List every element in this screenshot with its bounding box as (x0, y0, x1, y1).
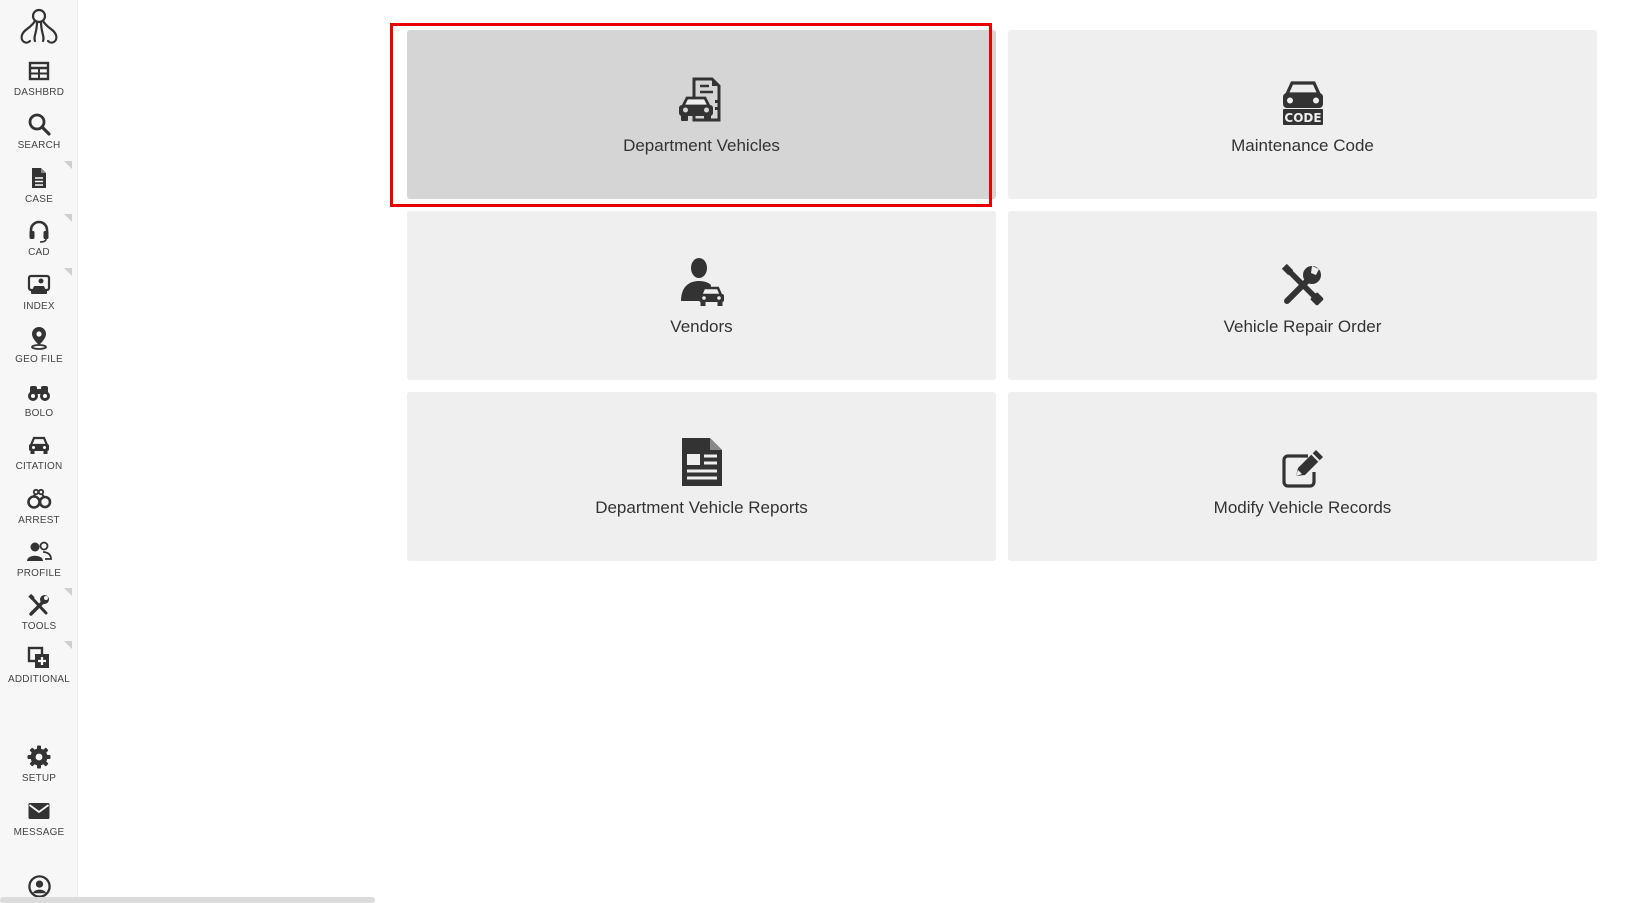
users-icon (27, 541, 52, 561)
sidebar-item-cad[interactable]: CAD (0, 214, 78, 270)
svg-text:CODE: CODE (1284, 111, 1321, 125)
sidebar-item-search[interactable]: SEARCH (0, 109, 78, 163)
user-circle-icon (27, 874, 51, 898)
sidebar-item-case[interactable]: CASE (0, 161, 78, 217)
submenu-indicator (64, 268, 72, 276)
sidebar-item-setup[interactable]: SETUP (0, 742, 78, 796)
vehicle-document-icon (678, 77, 720, 121)
sidebar-item-bolo[interactable]: BOLO (0, 377, 78, 431)
sidebar-item-label: INDEX (23, 301, 55, 312)
tile-maintenance-code[interactable]: CODE Maintenance Code (1008, 30, 1597, 199)
gear-icon (27, 745, 51, 769)
tile-department-vehicle-reports[interactable]: Department Vehicle Reports (407, 392, 996, 561)
sidebar-item-label: SEARCH (17, 140, 61, 151)
submenu-indicator (64, 161, 72, 169)
sidebar-item-label: CITATION (15, 461, 63, 472)
sidebar: DASHBRD SEARCH CASE CAD INDEX GEO FILE B… (0, 0, 78, 903)
document-icon (32, 168, 46, 188)
tile-vehicle-repair-order[interactable]: Vehicle Repair Order (1008, 211, 1597, 380)
tile-label: Department Vehicle Reports (595, 497, 808, 517)
submenu-indicator (64, 214, 72, 222)
sidebar-item-index[interactable]: INDEX (0, 268, 78, 324)
tools-icon (28, 593, 49, 616)
person-car-icon (680, 257, 724, 306)
submenu-indicator (64, 641, 72, 649)
horizontal-scrollbar[interactable] (0, 897, 375, 903)
add-window-icon (27, 646, 49, 668)
map-pin-icon (31, 327, 47, 350)
sidebar-item-profile[interactable]: PROFILE (0, 537, 78, 591)
sidebar-item-label: DASHBRD (13, 87, 65, 98)
sidebar-item-label: SETUP (21, 773, 57, 784)
app-logo[interactable] (0, 4, 78, 50)
sidebar-item-label: ARREST (18, 515, 60, 526)
tile-label: Vendors (670, 316, 733, 336)
tile-vendors[interactable]: Vendors (407, 211, 996, 380)
report-document-icon (681, 437, 722, 486)
sidebar-item-dashboard[interactable]: DASHBRD (0, 56, 78, 110)
sidebar-item-label: MESSAGE (13, 827, 65, 838)
sidebar-item-label: PROFILE (16, 568, 62, 579)
submenu-indicator (64, 588, 72, 596)
tile-modify-vehicle-records[interactable]: Modify Vehicle Records (1008, 392, 1597, 561)
sidebar-item-label: CAD (28, 247, 50, 258)
binoculars-icon (28, 386, 50, 401)
sidebar-item-label: ADDITIONAL (7, 674, 70, 685)
tile-department-vehicles[interactable]: Department Vehicles (407, 30, 996, 199)
sidebar-item-label: BOLO (24, 408, 54, 419)
wrench-screwdriver-icon (1281, 263, 1323, 305)
sidebar-item-tools[interactable]: TOOLS (0, 588, 78, 644)
tile-label: Maintenance Code (1231, 135, 1374, 155)
edit-pencil-icon (1281, 449, 1323, 488)
app-logo-icon (20, 8, 58, 44)
sidebar-item-geo-file[interactable]: GEO FILE (0, 323, 78, 377)
sidebar-item-label: TOOLS (21, 621, 57, 632)
car-icon (29, 436, 49, 454)
envelope-icon (28, 803, 50, 819)
tile-label: Department Vehicles (623, 135, 780, 155)
tile-label: Modify Vehicle Records (1213, 497, 1392, 517)
sidebar-item-arrest[interactable]: ARREST (0, 484, 78, 538)
dashboard-grid-icon (28, 61, 50, 81)
search-icon (28, 113, 51, 136)
headset-icon (29, 220, 49, 243)
handcuffs-icon (27, 488, 52, 509)
tile-label: Vehicle Repair Order (1223, 316, 1382, 336)
sidebar-item-label: CASE (24, 194, 54, 205)
car-code-icon: CODE (1282, 80, 1323, 125)
sidebar-item-label: GEO FILE (15, 354, 63, 365)
sidebar-item-additional[interactable]: ADDITIONAL (0, 641, 78, 697)
sidebar-item-citation[interactable]: CITATION (0, 430, 78, 484)
sidebar-item-message[interactable]: MESSAGE (0, 796, 78, 850)
vehicle-id-icon (27, 274, 51, 294)
